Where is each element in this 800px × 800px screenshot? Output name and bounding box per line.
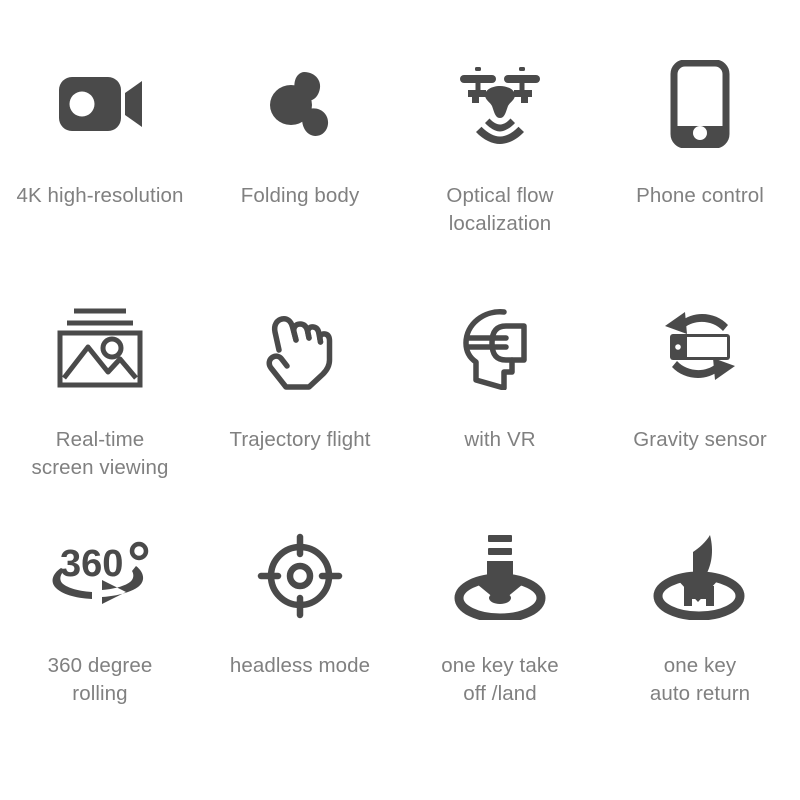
feature-item-one-key-take-off-land[interactable]: one key take off /land [400,528,600,760]
svg-text:360: 360 [60,543,123,585]
feature-label: Phone control [636,184,764,207]
photo-gallery-icon [52,296,148,396]
feature-item-360-degree-rolling[interactable]: 360 360 degree rolling [0,528,200,760]
feature-label: headless mode [229,654,371,677]
arrow-down-landing-pad-icon [453,528,547,624]
drone-signal-icon [452,56,548,152]
feature-item-with-vr[interactable]: with VR [400,296,600,528]
feature-label: Trajectory flight [229,428,371,451]
360-rotation-icon: 360 [48,528,152,624]
feature-item-4k-high-resolution[interactable]: 4K high-resolution [0,56,200,296]
feature-item-real-time-screen-viewing[interactable]: Real-time screen viewing [0,296,200,528]
feature-label: with VR [464,428,536,451]
feature-item-optical-flow-localization[interactable]: Optical flow localization [400,56,600,296]
feature-label: Real-time screen viewing [31,428,169,479]
crosshair-target-icon [256,528,344,624]
tablet-rotate-icon [654,296,746,396]
vr-headset-head-icon [456,296,544,396]
feature-label: Optical flow localization [446,184,554,235]
feature-item-one-key-auto-return[interactable]: one key auto return [600,528,800,760]
pointing-hand-icon [261,296,339,396]
feature-item-headless-mode[interactable]: headless mode [200,528,400,760]
feature-item-phone-control[interactable]: Phone control [600,56,800,296]
video-camera-icon [55,56,145,152]
smartphone-icon [670,56,730,152]
feature-label: one key auto return [649,654,751,705]
feature-label: Gravity sensor [633,428,767,451]
feature-label: 360 degree rolling [47,654,153,705]
feature-label: one key take off /land [441,654,559,705]
feature-item-trajectory-flight[interactable]: Trajectory flight [200,296,400,528]
feature-label: Folding body [240,184,360,207]
curved-arrow-helipad-icon [652,528,748,624]
feature-item-folding-body[interactable]: Folding body [200,56,400,296]
folding-propeller-icon [260,56,340,152]
feature-grid: 4K high-resolution Folding body Optical … [0,0,800,800]
feature-item-gravity-sensor[interactable]: Gravity sensor [600,296,800,528]
feature-label: 4K high-resolution [16,184,184,207]
